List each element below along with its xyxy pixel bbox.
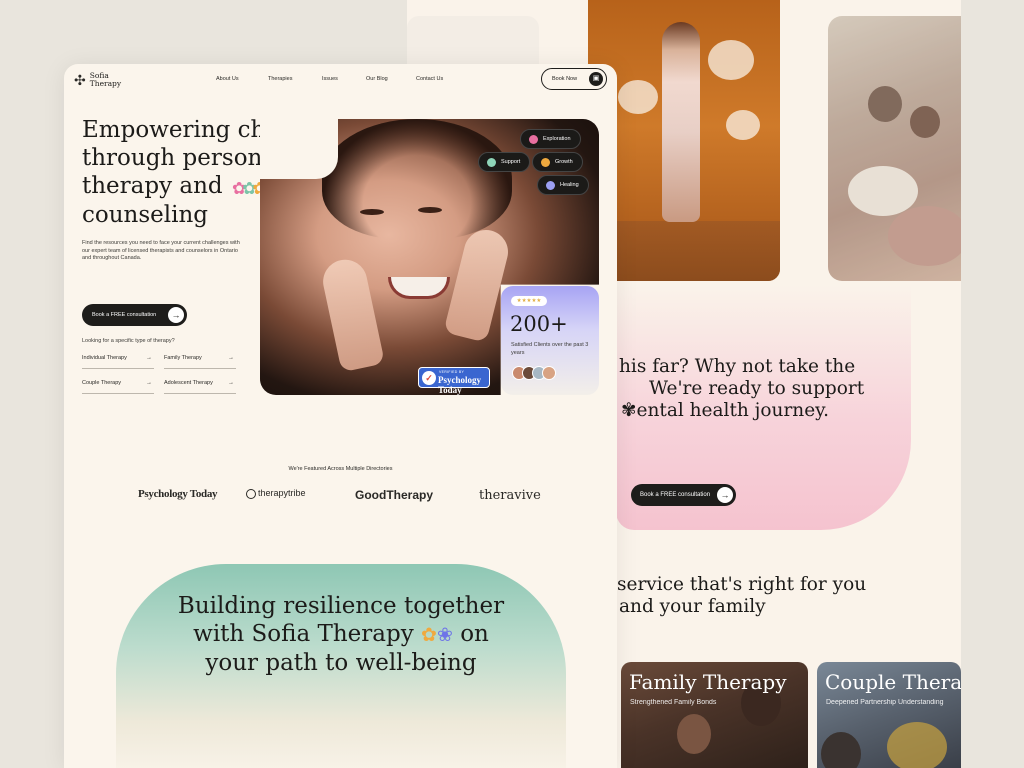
stat-number: 200+ — [510, 312, 568, 336]
logo-theravive[interactable]: theravive — [479, 488, 541, 503]
hero-photo: Exploration Support Growth Healing ✓ VER… — [260, 119, 599, 395]
arrow-right-icon: → — [717, 487, 733, 503]
nav-issues[interactable]: Issues — [322, 76, 338, 82]
nav-our-blog[interactable]: Our Blog — [366, 76, 388, 82]
tag-healing: Healing — [537, 175, 589, 195]
flower-icon: ✾ — [621, 400, 637, 421]
stat-label: Satisfied Clients over the past 3 years — [511, 342, 589, 356]
couple-therapy-card[interactable]: Couple Therapy Deepened Partnership Unde… — [817, 662, 961, 768]
nav-about-us[interactable]: About Us — [216, 76, 239, 82]
link-couple-therapy[interactable]: Couple Therapy → — [82, 380, 154, 394]
flower-icon — [529, 135, 538, 144]
link-adolescent-therapy[interactable]: Adolescent Therapy → — [164, 380, 236, 394]
calendar-icon: ▣ — [589, 72, 603, 86]
therapytribe-icon — [246, 488, 256, 499]
consultation-button[interactable]: Book a FREE consultation → — [82, 304, 187, 326]
flower-icon: ❀ — [436, 624, 453, 646]
back-consultation-button[interactable]: Book a FREE consultation → — [631, 484, 736, 506]
main-page: ✣ Sofia Therapy About Us Therapies Issue… — [64, 64, 617, 768]
link-family-therapy[interactable]: Family Therapy → — [164, 355, 236, 369]
flower-icon: ✿ — [421, 624, 437, 646]
cta-heading: his far? Why not take the We're ready to… — [619, 356, 865, 421]
brand-logo[interactable]: ✣ Sofia Therapy — [74, 72, 121, 87]
link-individual-therapy[interactable]: Individual Therapy → — [82, 355, 154, 369]
resilience-heading: Building resilience together with Sofia … — [177, 593, 505, 676]
psychology-today-badge[interactable]: ✓ VERIFIED BY Psychology Today — [418, 367, 490, 395]
arrow-right-icon: → — [168, 307, 184, 323]
client-avatars — [512, 366, 556, 380]
nav-therapies[interactable]: Therapies — [268, 76, 292, 82]
circle-icon — [487, 158, 496, 167]
service-heading: service that's right for you and your fa… — [617, 574, 867, 617]
tag-exploration: Exploration — [520, 129, 581, 149]
hero-description: Find the resources you need to face your… — [82, 240, 240, 261]
tag-growth: Growth — [532, 152, 583, 172]
arrow-right-icon: → — [228, 355, 234, 361]
tag-support: Support — [478, 152, 531, 172]
book-now-button[interactable]: Book Now ▣ — [541, 68, 607, 90]
arrow-right-icon: → — [228, 380, 234, 386]
flower-icon — [541, 158, 550, 167]
family-therapy-card[interactable]: Family Therapy Strengthened Family Bonds — [621, 662, 808, 768]
check-icon: ✓ — [422, 371, 436, 385]
nav-contact-us[interactable]: Contact Us — [416, 76, 443, 82]
logo-goodtherapy[interactable]: GoodTherapy — [355, 488, 433, 502]
stats-card: ★★★★★ 200+ Satisfied Clients over the pa… — [501, 286, 599, 395]
featured-heading: We're Featured Across Multiple Directori… — [288, 466, 393, 472]
arrow-right-icon: → — [146, 380, 152, 386]
logo-psychology-today[interactable]: Psychology Today — [138, 488, 218, 500]
therapy-type-label: Looking for a specific type of therapy? — [82, 338, 175, 344]
rating-stars: ★★★★★ — [511, 296, 547, 306]
sofia-logo-icon: ✣ — [74, 71, 86, 88]
avatar — [542, 366, 556, 380]
logo-therapytribe[interactable]: therapytribe — [246, 488, 306, 499]
flower-icon — [546, 181, 555, 190]
background-card-strip — [407, 16, 539, 64]
family-reading-photo — [828, 16, 961, 281]
arrow-right-icon: → — [146, 355, 152, 361]
